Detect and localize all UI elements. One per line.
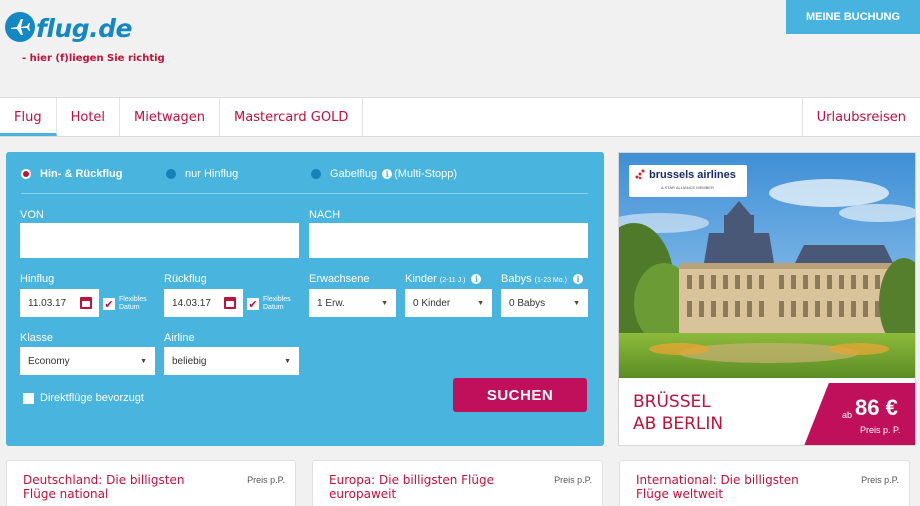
outbound-date-field[interactable]: 11.03.17 [20, 289, 99, 317]
chevron-down-icon: ▼ [477, 299, 484, 307]
airline-select[interactable]: beliebig ▼ [164, 347, 299, 375]
site-header: flug.de - hier (f)liegen Sie richtig MEI… [0, 0, 920, 97]
outbound-date-value: 11.03.17 [28, 297, 67, 309]
adults-select[interactable]: 1 Erw. ▼ [309, 289, 396, 317]
radio-multistop[interactable]: Gabelflug i (Multi-Stopp) [311, 168, 457, 180]
info-icon[interactable]: i [573, 274, 583, 284]
brussels-airlines-mark-icon [635, 169, 645, 180]
flexible-date-label: Flexibles Datum [119, 296, 147, 312]
card-title[interactable]: International: Die billigsten Flüge welt… [636, 473, 826, 501]
flexible-line2: Datum [119, 304, 140, 311]
tab-mietwagen[interactable]: Mietwagen [120, 98, 221, 136]
direct-flights-checkbox[interactable]: Direktflüge bevorzugt [23, 392, 144, 404]
children-label-group: Kinder (2-11 J.) i [405, 273, 482, 285]
class-select[interactable]: Economy ▼ [20, 347, 155, 375]
return-label: Rückflug [164, 273, 207, 285]
ad-city-line2: AB BERLIN [633, 414, 724, 434]
card-price-label: Preis p.P. [554, 475, 592, 485]
ad-price-value: 86 € [855, 395, 898, 420]
logo-text: flug.de [36, 14, 133, 43]
tab-urlaubsreisen[interactable]: Urlaubsreisen [801, 98, 920, 136]
children-select[interactable]: 0 Kinder ▼ [405, 289, 492, 317]
radio-roundtrip[interactable]: Hin- & Rückflug [21, 168, 123, 180]
flexible-line2: Datum [263, 304, 284, 311]
flight-search-form: Hin- & Rückflug nur Hinflug Gabelflug i … [6, 152, 604, 446]
my-booking-button[interactable]: MEINE BUCHUNG [786, 0, 920, 34]
from-input[interactable] [20, 223, 299, 258]
ad-brand-sub: A STAR ALLIANCE MEMBER [661, 185, 714, 190]
deal-card-europe[interactable]: Europa: Die billigsten Flüge europaweit … [312, 460, 603, 506]
to-input[interactable] [309, 223, 588, 258]
logo-tagline: - hier (f)liegen Sie richtig [22, 53, 165, 64]
trip-type-group: Hin- & Rückflug nur Hinflug Gabelflug i … [21, 168, 588, 194]
adults-value: 1 Erw. [317, 297, 345, 309]
tab-hotel[interactable]: Hotel [57, 98, 121, 136]
radio-multistop-note: (Multi-Stopp) [394, 168, 458, 180]
info-icon[interactable]: i [471, 274, 482, 284]
checkmark-icon: ✔ [247, 298, 259, 311]
return-date-field[interactable]: 14.03.17 [164, 289, 243, 317]
chevron-down-icon: ▼ [573, 299, 580, 307]
card-title[interactable]: Deutschland: Die billigsten Flüge nation… [23, 473, 213, 501]
outbound-flexible-checkbox[interactable]: ✔ Flexibles Datum [103, 296, 147, 312]
babies-value: 0 Babys [509, 297, 546, 309]
search-button[interactable]: SUCHEN [453, 378, 587, 412]
airline-value: beliebig [172, 355, 207, 367]
calendar-icon[interactable] [224, 297, 236, 309]
tab-mastercard-gold[interactable]: Mastercard GOLD [220, 98, 364, 136]
radio-multistop-label: Gabelflug [330, 168, 378, 180]
radio-unselected-icon [166, 169, 176, 179]
babies-label: Babys [501, 273, 532, 285]
checkmark-icon: ✔ [103, 298, 115, 311]
class-value: Economy [28, 355, 70, 367]
class-label: Klasse [20, 332, 54, 344]
children-hint: (2-11 J.) [439, 277, 466, 284]
flexible-line1: Flexibles [263, 296, 291, 303]
calendar-icon[interactable] [80, 297, 92, 309]
ad-price-badge: ab 86 € Preis p. P. [804, 383, 915, 445]
direct-flights-label: Direktflüge bevorzugt [40, 392, 144, 404]
deal-card-national[interactable]: Deutschland: Die billigsten Flüge nation… [6, 460, 296, 506]
chevron-down-icon: ▼ [381, 299, 388, 307]
radio-selected-icon [21, 169, 31, 179]
tab-flug[interactable]: Flug [0, 98, 57, 136]
radio-unselected-icon [311, 169, 321, 179]
card-title[interactable]: Europa: Die billigsten Flüge europaweit [329, 473, 519, 501]
main-navigation: Flug Hotel Mietwagen Mastercard GOLD Url… [0, 97, 920, 137]
chevron-down-icon: ▼ [140, 357, 147, 365]
airline-label: Airline [164, 332, 195, 344]
children-value: 0 Kinder [413, 297, 451, 309]
babies-hint: (1-23 Mo.) [534, 277, 567, 284]
airplane-icon [5, 11, 35, 42]
chevron-down-icon: ▼ [284, 357, 291, 365]
ad-price-prefix: ab [842, 410, 853, 420]
ad-city-line1: BRÜSSEL [633, 392, 711, 412]
brussels-airlines-logo: brussels airlines A STAR ALLIANCE MEMBER [629, 165, 747, 197]
radio-oneway-label: nur Hinflug [185, 168, 239, 180]
babies-select[interactable]: 0 Babys ▼ [501, 289, 588, 317]
to-label: NACH [309, 209, 341, 221]
card-price-label: Preis p.P. [247, 475, 285, 485]
site-logo[interactable]: flug.de [5, 10, 133, 43]
babies-label-group: Babys (1-23 Mo.) i [501, 273, 583, 285]
radio-roundtrip-label: Hin- & Rückflug [40, 168, 123, 180]
info-icon[interactable]: i [382, 169, 393, 179]
outbound-label: Hinflug [20, 273, 55, 285]
from-label: VON [20, 209, 44, 221]
return-date-value: 14.03.17 [172, 297, 211, 309]
adults-label: Erwachsene [309, 273, 370, 285]
checkbox-empty-icon [23, 392, 34, 404]
children-label: Kinder [405, 273, 437, 285]
card-price-label: Preis p.P. [861, 475, 899, 485]
ad-brand: brussels airlines [649, 169, 736, 181]
deal-card-international[interactable]: International: Die billigsten Flüge welt… [619, 460, 910, 506]
flexible-line1: Flexibles [119, 296, 147, 303]
ad-destination: BRÜSSEL AB BERLIN [633, 391, 723, 435]
flexible-date-label: Flexibles Datum [263, 296, 291, 312]
return-flexible-checkbox[interactable]: ✔ Flexibles Datum [247, 296, 291, 312]
ad-price-suffix: Preis p. P. [860, 425, 901, 435]
promo-banner[interactable]: brussels airlines A STAR ALLIANCE MEMBER… [618, 152, 916, 446]
radio-oneway[interactable]: nur Hinflug [166, 168, 238, 180]
